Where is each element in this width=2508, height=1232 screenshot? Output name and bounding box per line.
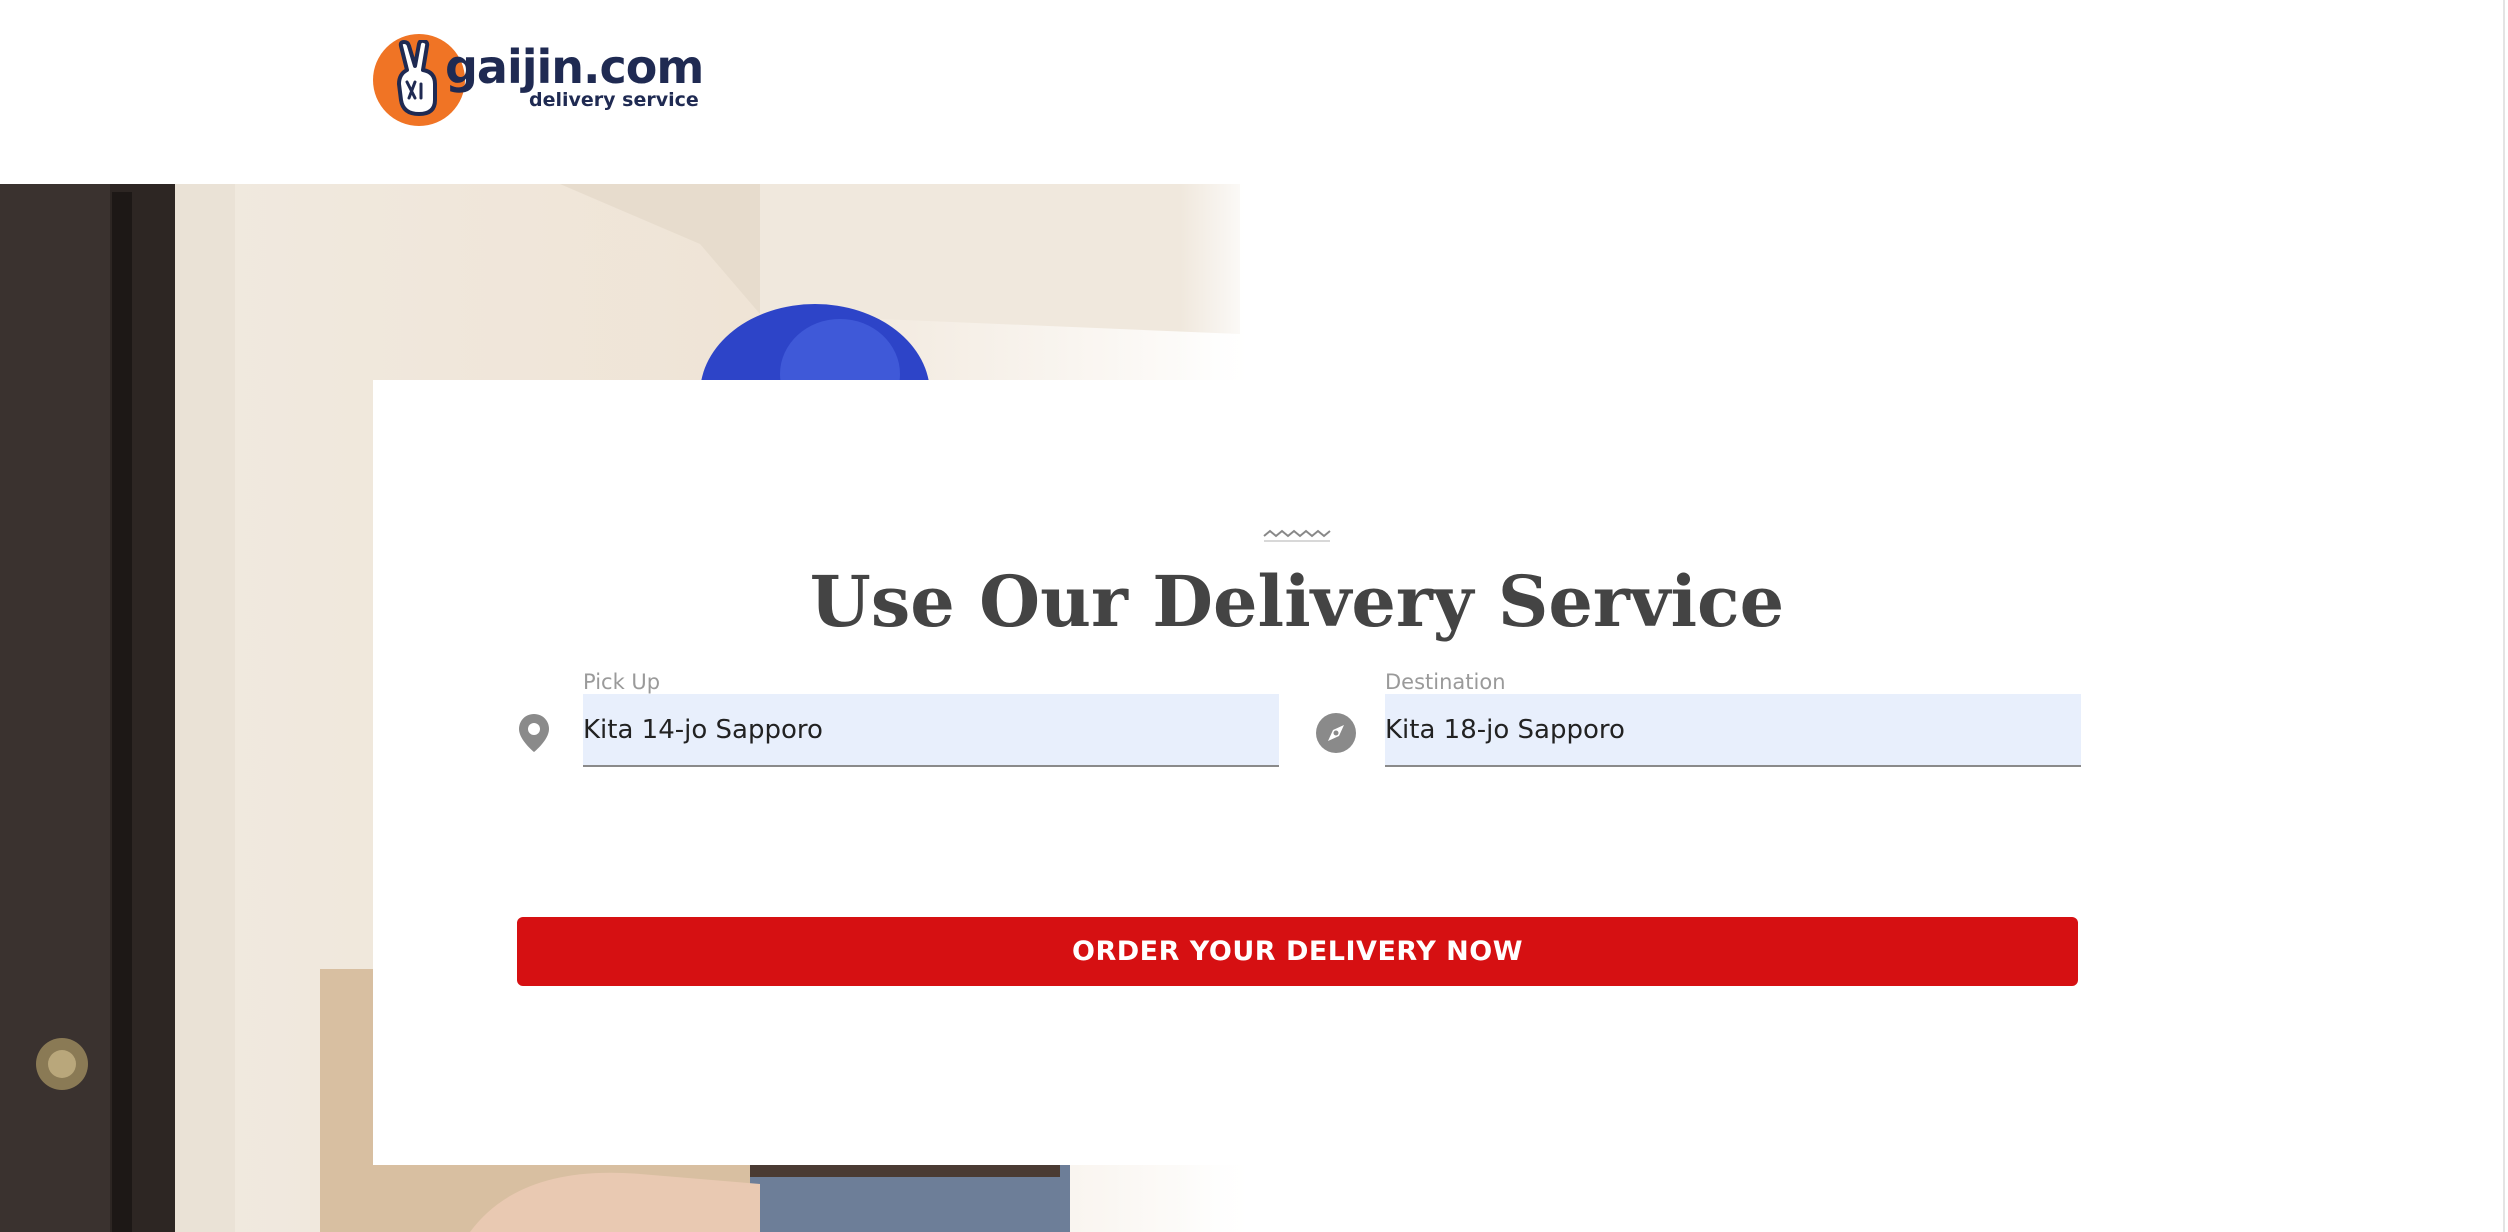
order-delivery-button[interactable]: ORDER YOUR DELIVERY NOW — [517, 917, 2078, 986]
logo-wordmark: gaijin.com — [445, 40, 704, 94]
page-edge-divider — [2503, 0, 2505, 1232]
destination-label: Destination — [1385, 670, 1506, 694]
pickup-input[interactable]: Kita 14-jo Sapporo — [583, 694, 1279, 767]
page-title: Use Our Delivery Service — [809, 560, 1785, 643]
pickup-field: Pick Up Kita 14-jo Sapporo — [513, 670, 1283, 770]
map-pin-icon — [519, 714, 549, 752]
squiggle-divider-icon — [1263, 529, 1331, 542]
site-logo[interactable]: gaijin.com delivery service — [373, 32, 704, 128]
compass-icon — [1316, 713, 1356, 753]
logo-tagline: delivery service — [529, 89, 699, 111]
pickup-label: Pick Up — [583, 670, 661, 694]
delivery-card: Use Our Delivery Service Pick Up Kita 14… — [373, 380, 2083, 1165]
destination-field: Destination Kita 18-jo Sapporo — [1315, 670, 2085, 770]
destination-input[interactable]: Kita 18-jo Sapporo — [1385, 694, 2081, 767]
